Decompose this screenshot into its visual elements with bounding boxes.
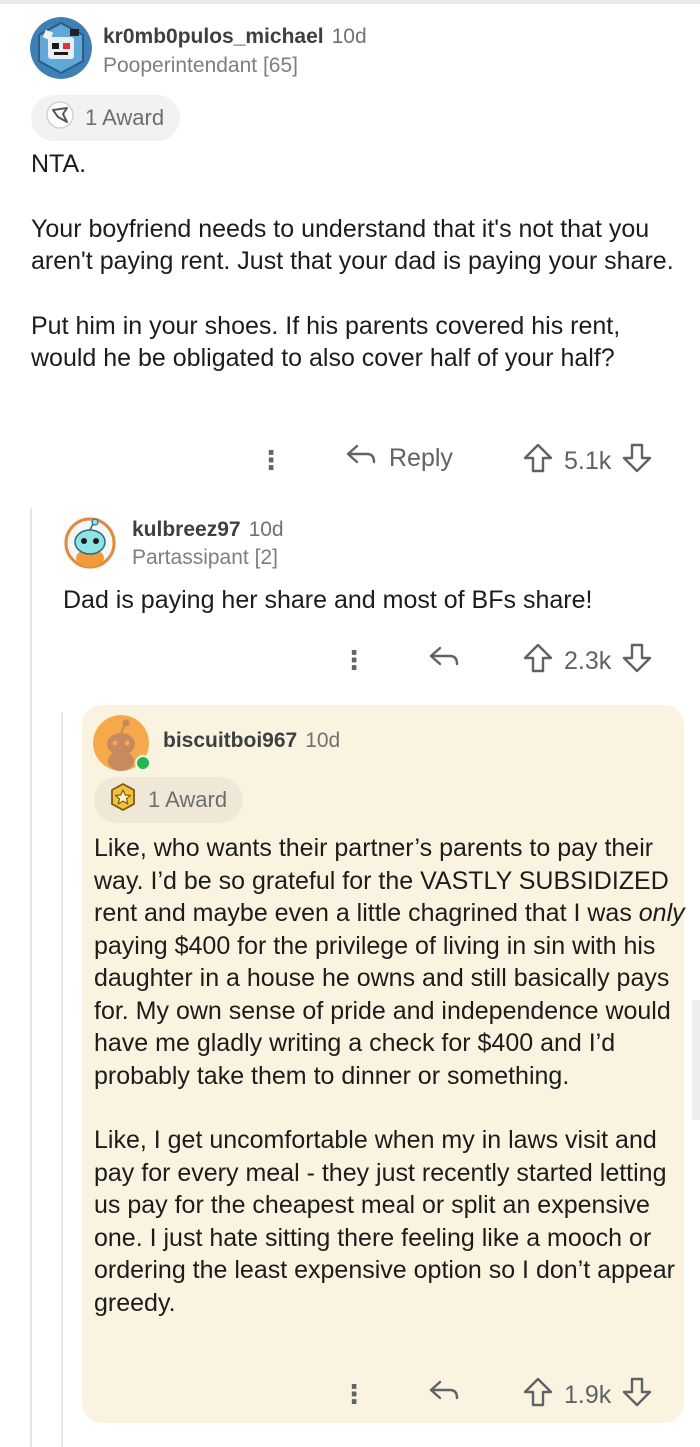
award-label: 1 Award xyxy=(85,105,165,130)
thread-line[interactable] xyxy=(30,508,32,1447)
comment-actions: ⋮ xyxy=(341,1374,367,1414)
comment-paragraph: Like, who wants their partner’s parents … xyxy=(94,834,685,1090)
more-options-icon[interactable]: ⋮ xyxy=(341,645,367,676)
award-icon xyxy=(45,100,75,136)
vote-controls: 5.1k xyxy=(522,442,653,481)
award-label: 1 Award xyxy=(148,787,228,812)
comment-paragraph: Like, I get uncomfortable when my in law… xyxy=(94,1126,675,1317)
username[interactable]: kulbreez97 xyxy=(132,518,241,541)
award-badge[interactable]: 1 Award xyxy=(94,777,244,823)
comment-actions: ⋮ xyxy=(258,440,284,480)
downvote-icon[interactable] xyxy=(621,1376,653,1415)
username[interactable]: biscuitboi967 xyxy=(163,729,297,752)
scrollbar[interactable] xyxy=(692,1000,700,1120)
user-flair: Partassipant [2] xyxy=(132,546,278,569)
comment-body: Like, who wants their partner’s parents … xyxy=(94,832,686,1319)
top-divider xyxy=(0,0,700,4)
online-status-icon xyxy=(135,755,151,771)
emphasized-text: only xyxy=(638,899,685,927)
downvote-icon[interactable] xyxy=(621,642,653,681)
comment-header: biscuitboi967 10d xyxy=(163,729,340,753)
vote-count: 2.3k xyxy=(564,647,612,675)
comment-header: kr0mb0pulos_michael 10d xyxy=(103,25,367,49)
snoo-avatar-icon[interactable] xyxy=(63,516,117,570)
reply-button[interactable] xyxy=(428,644,460,677)
award-icon xyxy=(108,782,138,818)
vote-controls: 1.9k xyxy=(522,1376,653,1415)
more-options-icon[interactable]: ⋮ xyxy=(341,1379,367,1410)
comment-age: 10d xyxy=(305,729,341,752)
upvote-icon[interactable] xyxy=(522,642,554,681)
thread-line[interactable] xyxy=(61,712,63,1447)
reply-arrow-icon xyxy=(428,1378,460,1411)
comment-body: NTA. Your boyfriend needs to understand … xyxy=(31,148,681,375)
comment-paragraph: Put him in your shoes. If his parents co… xyxy=(31,311,621,373)
comment-header: kulbreez97 10d xyxy=(132,518,284,542)
user-flair: Pooperintendant [65] xyxy=(103,54,298,77)
more-options-icon[interactable]: ⋮ xyxy=(258,445,284,476)
upvote-icon[interactable] xyxy=(522,442,554,481)
vote-count: 5.1k xyxy=(564,447,612,475)
comment-paragraph: Your boyfriend needs to understand that … xyxy=(31,214,674,276)
reply-arrow-icon xyxy=(428,644,460,677)
reply-label: Reply xyxy=(389,444,453,472)
comment-actions: ⋮ xyxy=(341,640,367,680)
reply-arrow-icon xyxy=(345,442,377,475)
upvote-icon[interactable] xyxy=(522,1376,554,1415)
comment-age: 10d xyxy=(331,25,367,48)
comment-paragraph: Dad is paying her share and most of BFs … xyxy=(63,586,593,614)
vote-count: 1.9k xyxy=(564,1381,612,1409)
vote-controls: 2.3k xyxy=(522,642,653,681)
comment-body: Dad is paying her share and most of BFs … xyxy=(63,584,683,617)
reply-button[interactable]: Reply xyxy=(345,442,453,475)
downvote-icon[interactable] xyxy=(621,442,653,481)
username[interactable]: kr0mb0pulos_michael xyxy=(103,25,324,48)
comment-age: 10d xyxy=(248,518,284,541)
comment-paragraph: NTA. xyxy=(31,150,87,178)
reply-button[interactable] xyxy=(428,1378,460,1411)
robot-avatar-icon[interactable] xyxy=(30,17,92,79)
award-badge[interactable]: 1 Award xyxy=(31,95,181,141)
